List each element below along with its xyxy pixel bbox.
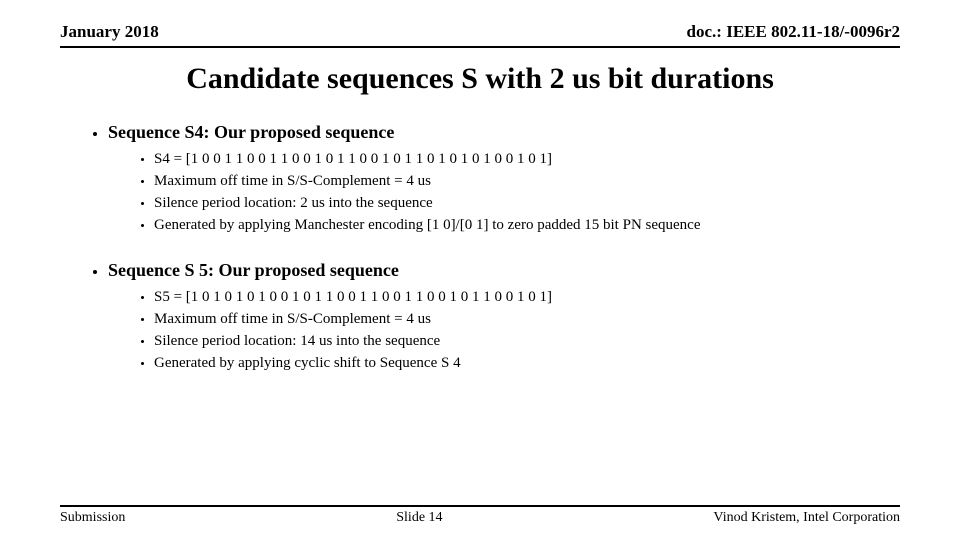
header-docid: doc.: IEEE 802.11-18/-0096r2 xyxy=(687,22,900,42)
section-s4-heading: Sequence S4: Our proposed sequence xyxy=(108,122,394,142)
s4-bullet-3: Generated by applying Manchester encodin… xyxy=(154,217,900,234)
header: January 2018 doc.: IEEE 802.11-18/-0096r… xyxy=(60,22,900,48)
s4-bullet-0: S4 = [1 0 0 1 1 0 0 1 1 0 0 1 0 1 1 0 0 … xyxy=(154,151,900,168)
slide: January 2018 doc.: IEEE 802.11-18/-0096r… xyxy=(0,0,960,540)
footer-rule xyxy=(60,505,900,507)
section-s4-bullets: S4 = [1 0 0 1 1 0 0 1 1 0 0 1 0 1 1 0 0 … xyxy=(108,151,900,234)
footer: Submission Slide 14 Vinod Kristem, Intel… xyxy=(60,505,900,526)
slide-title: Candidate sequences S with 2 us bit dura… xyxy=(60,62,900,96)
s4-bullet-2: Silence period location: 2 us into the s… xyxy=(154,195,900,212)
section-s5: Sequence S 5: Our proposed sequence S5 =… xyxy=(108,260,900,372)
footer-left: Submission xyxy=(60,510,125,526)
s5-bullet-2: Silence period location: 14 us into the … xyxy=(154,333,900,350)
s4-bullet-1: Maximum off time in S/S-Complement = 4 u… xyxy=(154,173,900,190)
s5-bullet-3: Generated by applying cyclic shift to Se… xyxy=(154,355,900,372)
section-s5-heading: Sequence S 5: Our proposed sequence xyxy=(108,260,399,280)
section-s4: Sequence S4: Our proposed sequence S4 = … xyxy=(108,122,900,234)
header-date: January 2018 xyxy=(60,22,159,42)
s5-bullet-0: S5 = [1 0 1 0 1 0 1 0 0 1 0 1 1 0 0 1 1 … xyxy=(154,289,900,306)
footer-right: Vinod Kristem, Intel Corporation xyxy=(713,510,900,526)
section-s5-bullets: S5 = [1 0 1 0 1 0 1 0 0 1 0 1 1 0 0 1 1 … xyxy=(108,289,900,372)
footer-row: Submission Slide 14 Vinod Kristem, Intel… xyxy=(60,510,900,526)
footer-center: Slide 14 xyxy=(396,510,442,526)
s5-bullet-1: Maximum off time in S/S-Complement = 4 u… xyxy=(154,311,900,328)
content-list: Sequence S4: Our proposed sequence S4 = … xyxy=(60,122,900,372)
